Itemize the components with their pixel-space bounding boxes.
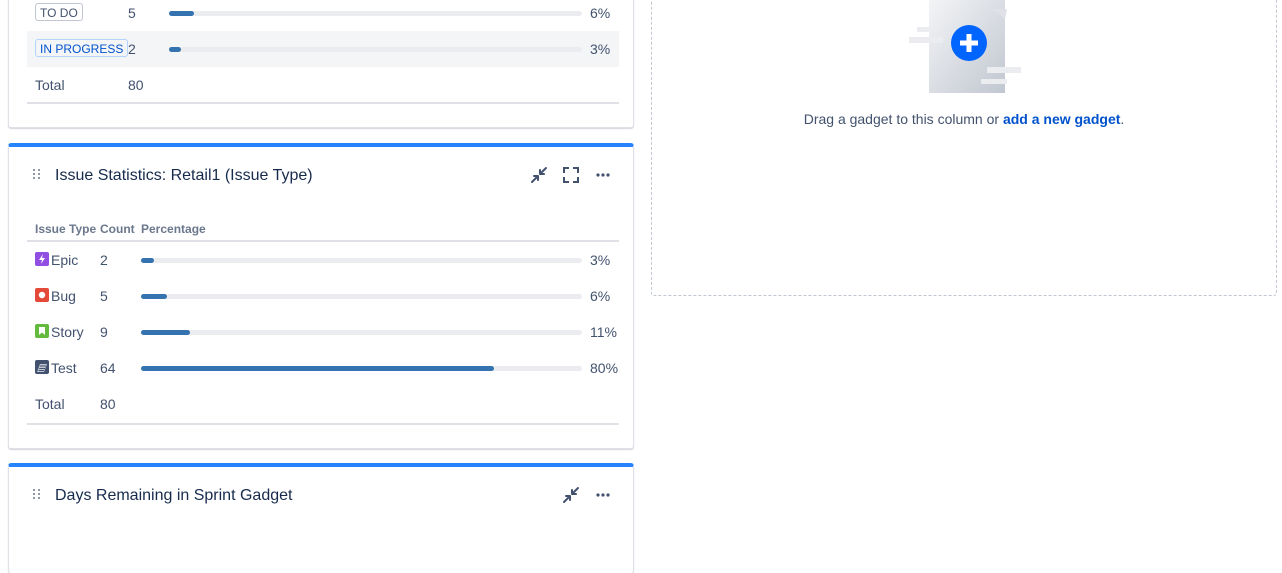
percentage-bar bbox=[169, 47, 582, 52]
count-value: 5 bbox=[100, 288, 108, 304]
column-header-issue-type[interactable]: Issue Type bbox=[35, 219, 96, 239]
add-gadget-illustration-icon bbox=[909, 0, 1021, 93]
bug-icon bbox=[35, 288, 49, 302]
minimize-button[interactable] bbox=[559, 483, 583, 507]
issue-type-statistics-gadget: Issue Statistics: Retail1 (Issue Type) I… bbox=[8, 143, 634, 449]
table-row: Story 9 11% bbox=[27, 314, 619, 350]
percent-value: 6% bbox=[590, 5, 611, 21]
more-actions-button[interactable] bbox=[591, 163, 615, 187]
drop-zone-message: Drag a gadget to this column or add a ne… bbox=[652, 111, 1276, 127]
table-row: Bug 5 6% bbox=[27, 278, 619, 314]
gadget-header: Days Remaining in Sprint Gadget bbox=[9, 481, 633, 511]
total-label: Total bbox=[35, 77, 65, 93]
maximize-button[interactable] bbox=[559, 163, 583, 187]
issue-type-link[interactable]: Epic bbox=[51, 242, 78, 278]
gadget-title: Issue Statistics: Retail1 (Issue Type) bbox=[55, 167, 313, 184]
percentage-bar-fill bbox=[141, 258, 155, 263]
days-remaining-sprint-gadget: Days Remaining in Sprint Gadget bbox=[8, 463, 634, 573]
count-value: 9 bbox=[100, 324, 108, 340]
test-icon bbox=[35, 360, 49, 374]
percentage-bar bbox=[169, 11, 582, 16]
total-row: Total 80 bbox=[27, 386, 619, 422]
more-actions-button[interactable] bbox=[591, 483, 615, 507]
table-header: Issue Type Count Percentage bbox=[27, 219, 619, 239]
gadget-title: Days Remaining in Sprint Gadget bbox=[55, 487, 293, 504]
issue-type-link[interactable]: Story bbox=[51, 314, 84, 350]
percent-value: 6% bbox=[590, 288, 611, 304]
count-value: 5 bbox=[128, 5, 136, 21]
total-value: 80 bbox=[100, 396, 116, 412]
drag-handle-icon[interactable] bbox=[33, 169, 41, 181]
table-row: IN PROGRESS 2 3% bbox=[27, 31, 619, 67]
more-icon bbox=[596, 173, 610, 177]
percent-value: 3% bbox=[590, 41, 611, 57]
minimize-icon bbox=[563, 487, 579, 503]
drop-zone-text-end: . bbox=[1120, 111, 1125, 127]
minimize-icon bbox=[531, 167, 547, 183]
status-statistics-gadget: TO DO 5 6% IN PROGRESS 2 3% Total 80 bbox=[8, 0, 634, 128]
percentage-bar-fill bbox=[141, 330, 190, 335]
gadget-header: Issue Statistics: Retail1 (Issue Type) bbox=[9, 161, 633, 191]
epic-icon bbox=[35, 252, 49, 266]
divider bbox=[27, 102, 619, 104]
percent-value: 11% bbox=[590, 324, 617, 340]
percentage-bar-fill bbox=[169, 11, 194, 16]
add-new-gadget-link[interactable]: add a new gadget bbox=[1003, 111, 1120, 127]
divider bbox=[27, 423, 619, 425]
percent-value: 3% bbox=[590, 252, 611, 268]
minimize-button[interactable] bbox=[527, 163, 551, 187]
column-header-percentage[interactable]: Percentage bbox=[141, 219, 206, 239]
percentage-bar bbox=[141, 294, 582, 299]
story-icon bbox=[35, 324, 49, 338]
table-row: TO DO 5 6% bbox=[27, 0, 619, 31]
total-label: Total bbox=[35, 396, 65, 412]
total-row: Total 80 bbox=[27, 67, 619, 103]
status-lozenge[interactable]: TO DO bbox=[35, 3, 83, 21]
maximize-icon bbox=[563, 167, 579, 183]
issue-type-link[interactable]: Test bbox=[51, 350, 77, 386]
table-row: Epic 2 3% bbox=[27, 242, 619, 278]
more-icon bbox=[596, 493, 610, 497]
total-value: 80 bbox=[128, 77, 144, 93]
count-value: 2 bbox=[128, 41, 136, 57]
drop-zone-text: Drag a gadget to this column or bbox=[803, 111, 1003, 127]
percent-value: 80% bbox=[590, 360, 619, 376]
column-header-count[interactable]: Count bbox=[100, 219, 135, 239]
percentage-bar-fill bbox=[169, 47, 182, 52]
count-value: 64 bbox=[100, 360, 116, 376]
percentage-bar bbox=[141, 366, 582, 371]
table-row: Test 64 80% bbox=[27, 350, 619, 386]
drag-handle-icon[interactable] bbox=[33, 489, 41, 501]
percentage-bar bbox=[141, 258, 582, 263]
status-lozenge[interactable]: IN PROGRESS bbox=[35, 39, 129, 57]
gadget-drop-zone[interactable]: Drag a gadget to this column or add a ne… bbox=[651, 0, 1277, 296]
percentage-bar-fill bbox=[141, 366, 494, 371]
count-value: 2 bbox=[100, 252, 108, 268]
issue-type-link[interactable]: Bug bbox=[51, 278, 76, 314]
percentage-bar-fill bbox=[141, 294, 168, 299]
percentage-bar bbox=[141, 330, 582, 335]
